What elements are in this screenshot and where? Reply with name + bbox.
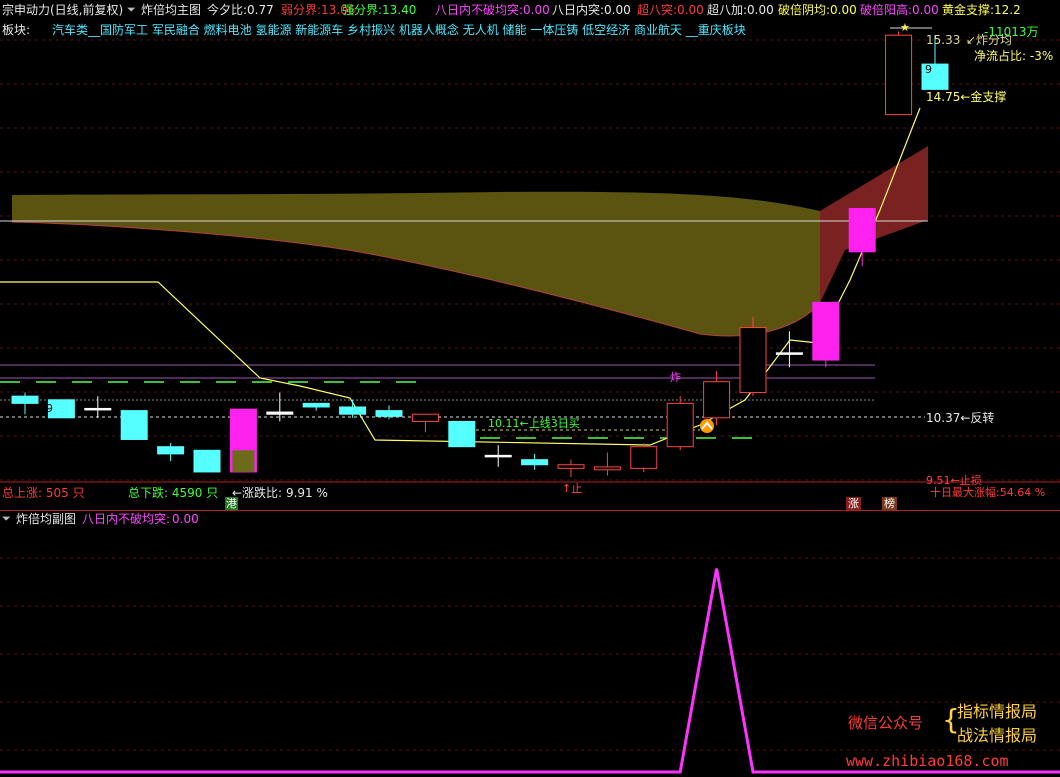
net-flow-ratio: 净流占比: -3% (974, 49, 1054, 63)
candle-body (302, 402, 330, 408)
header-item-value: 0.00 (830, 3, 857, 17)
candle-body (193, 449, 221, 473)
candle-body (885, 34, 913, 116)
header-item-7: 破倍阴均:0.00 (778, 2, 857, 18)
candle-volume-box (232, 450, 255, 472)
sub-indicator-chart[interactable] (0, 528, 1060, 777)
header-item-value: 13.40 (382, 3, 417, 17)
candle-body (375, 410, 403, 417)
watermark-line1: 指标情报局 (957, 702, 1038, 721)
upline-label: 10.11←上线3日买 (488, 417, 580, 430)
header-item-3: 八日内不破均突:0.00 (435, 2, 550, 18)
header-item-label: 弱分界: (281, 3, 322, 17)
candle-body (630, 446, 658, 469)
total-down: 总下跌: 4590 只 (128, 485, 218, 501)
main-indicator-header: 宗申动力(日线,前复权) ⏷ 炸倍均主图 今夕比:0.77 弱分界:13.06 强分… (0, 0, 1060, 20)
stop-mark: ↑止 (562, 482, 583, 495)
sub-value: 0.00 (172, 512, 199, 526)
sub-toggle-icon[interactable]: ⏷ (2, 511, 11, 527)
candle-body (11, 395, 39, 404)
header-item-label: 超八突: (637, 3, 678, 17)
candle-body (339, 406, 367, 415)
header-item-label: 超八加: (707, 3, 748, 17)
top-value: 15.33 (926, 33, 961, 47)
header-item-value: 0.00 (523, 3, 550, 17)
header-item-label: 八日内突: (552, 3, 605, 17)
candle-label-9-left: 9 (46, 402, 53, 415)
candle-body (848, 207, 876, 253)
header-item-9: 黄金支撑:12.2 (942, 2, 1021, 18)
header-item-value: 12.2 (994, 3, 1021, 17)
header-item-value: 0.00 (912, 3, 939, 17)
total-down-label: 总下跌: (128, 486, 169, 500)
header-item-5: 超八突:0.00 (637, 2, 704, 18)
candle-body (812, 301, 840, 361)
gang-badge: 港 (225, 497, 238, 510)
ma-band-olive (12, 191, 820, 337)
zhang-badge: 涨 (846, 497, 861, 510)
header-item-value: 0.00 (604, 3, 631, 17)
rating-stars: ★ (900, 21, 910, 34)
candle-body (448, 420, 476, 448)
header-item-6: 超八加:0.00 (707, 2, 774, 18)
watermark-url: www.zhibiao168.com (846, 752, 1009, 770)
candle-body (557, 464, 585, 469)
up-down-ratio: ←涨跌比: 9.91 % (232, 485, 328, 501)
header-item-label: 强分界: (342, 3, 383, 17)
total-up-label: 总上涨: (2, 486, 43, 500)
total-up-value: 505 只 (45, 486, 85, 500)
bang-badge: 榜 (882, 497, 897, 510)
candle-body (521, 459, 549, 466)
sub-indicator-name[interactable]: 炸倍均副图 (16, 511, 76, 527)
symbol-title: 宗申动力(日线,前复权) (2, 3, 124, 17)
header-item-value: 0.00 (677, 3, 704, 17)
candle-body (739, 327, 767, 394)
ratio-label: ←涨跌比: (232, 486, 283, 500)
candle-body (593, 466, 621, 471)
candle-body (484, 454, 512, 458)
header-item-value: 0.00 (747, 3, 774, 17)
sub-signal-line (0, 568, 1060, 774)
main-price-chart[interactable] (0, 20, 1060, 510)
header-item-label: 今夕比: (207, 3, 248, 17)
buy-signal-icon (700, 419, 714, 433)
total-down-value: 4590 只 (171, 486, 219, 500)
header-item-4: 八日内突:0.00 (552, 2, 631, 18)
candle-body (120, 410, 148, 440)
max-rise-label: 十日最大涨幅:54.64 % (930, 486, 1046, 499)
header-item-8: 破倍阳高:0.00 (860, 2, 939, 18)
candle-body (266, 411, 294, 415)
zha-marker: 炸 (670, 371, 681, 384)
candle-body (666, 402, 694, 448)
candle-body (411, 413, 439, 422)
ratio-value: 9.91 % (285, 486, 328, 500)
watermark-account-label: 微信公众号 (848, 714, 924, 732)
candle-label-9-right: 9 (925, 63, 932, 76)
header-item-0: 今夕比:0.77 (207, 2, 274, 18)
header-item-value: 0.77 (247, 3, 274, 17)
header-item-label: 黄金支撑: (942, 3, 995, 17)
main-indicator-name[interactable]: 炸倍均主图 (141, 2, 201, 18)
gold-support-label: 14.75←金支撑 (926, 90, 1007, 104)
header-item-label: 八日内不破均突: (435, 3, 524, 17)
sub-label: 八日内不破均突: (82, 512, 171, 526)
header-item-label: 破倍阳高: (860, 3, 913, 17)
sub-indicator-header: ⏷ 炸倍均副图 八日内不破均突: 0.00 (0, 511, 1060, 527)
header-item-label: 破倍阴均: (778, 3, 831, 17)
indicator-toggle-icon[interactable]: ⏷ (127, 2, 136, 18)
header-item-2: 强分界:13.40 (342, 2, 416, 18)
reversal-label: 10.37←反转 (926, 411, 995, 425)
candle-body (703, 381, 731, 419)
net-flow: -11013万 (984, 25, 1039, 39)
watermark-line2: 战法情报局 (957, 726, 1038, 745)
candle-body (157, 446, 185, 455)
total-up: 总上涨: 505 只 (2, 485, 85, 501)
candle-body (84, 407, 112, 411)
candle-body (775, 352, 803, 355)
